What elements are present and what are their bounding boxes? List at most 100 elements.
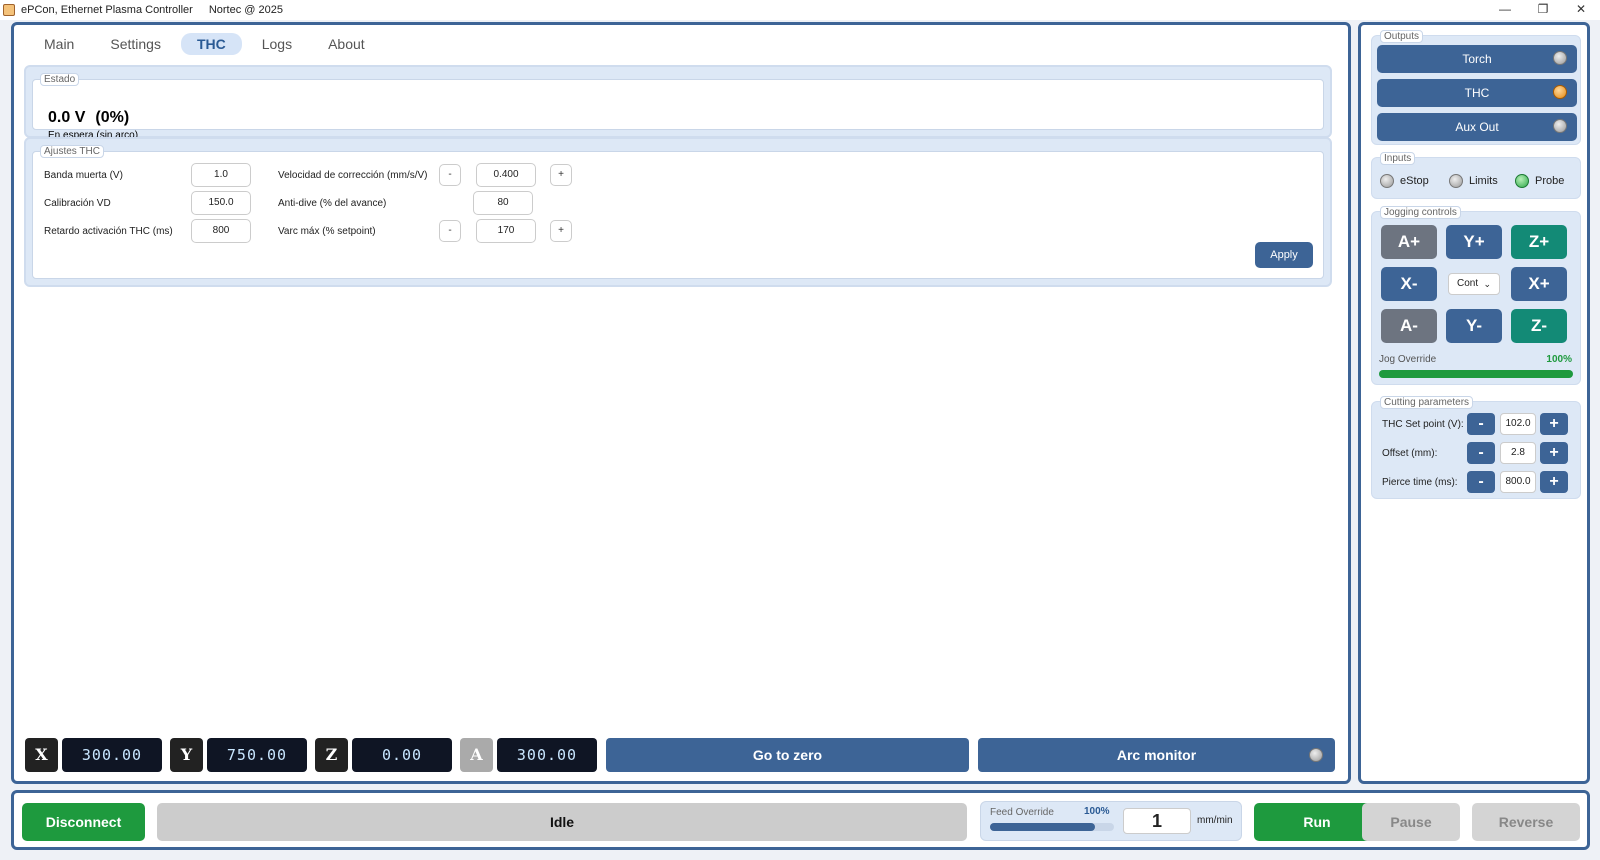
feed-override-fill [990, 823, 1096, 831]
velocidad-label: Velocidad de corrección (mm/s/V) [278, 170, 428, 181]
jog-override-value: 100% [1546, 354, 1572, 365]
apply-button[interactable]: Apply [1255, 242, 1313, 268]
maximize-button[interactable]: ❐ [1524, 0, 1562, 20]
dro-y: Y 750.00 [170, 738, 307, 772]
torch-label: Torch [1462, 52, 1492, 66]
offset-label: Offset (mm): [1382, 448, 1438, 459]
probe-input: Probe [1515, 174, 1564, 188]
feed-value-input[interactable]: 1 [1123, 808, 1191, 834]
velocidad-input[interactable]: 0.400 [476, 163, 536, 187]
thc-output-button[interactable]: THC [1377, 79, 1577, 107]
limits-input: Limits [1449, 174, 1498, 188]
jog-y-plus-button[interactable]: Y+ [1446, 225, 1502, 259]
outputs-group: Outputs Torch THC Aux Out [1371, 30, 1581, 145]
jogging-group-label: Jogging controls [1380, 206, 1461, 219]
z-axis-value: 0.00 [352, 738, 452, 772]
jog-z-plus-button[interactable]: Z+ [1511, 225, 1567, 259]
disconnect-button[interactable]: Disconnect [22, 803, 145, 841]
ajustes-group-label: Ajustes THC [40, 145, 104, 158]
banda-label: Banda muerta (V) [44, 170, 123, 181]
estado-group-label: Estado [40, 73, 80, 86]
z-axis-label: Z [315, 738, 348, 772]
minimize-button[interactable]: — [1486, 0, 1524, 20]
setpoint-minus-button[interactable]: - [1467, 413, 1495, 435]
varc-minus-button[interactable]: - [439, 220, 461, 242]
ajustes-group: Ajustes THC Banda muerta (V) 1.0 Calibra… [24, 137, 1332, 287]
aux-out-button[interactable]: Aux Out [1377, 113, 1577, 141]
bottom-bar: Disconnect Idle Feed Override 100% 1 mm/… [11, 790, 1590, 850]
varc-plus-button[interactable]: + [550, 220, 572, 242]
varc-label: Varc máx (% setpoint) [278, 226, 376, 237]
a-axis-value: 300.00 [497, 738, 597, 772]
offset-minus-button[interactable]: - [1467, 442, 1495, 464]
jog-x-plus-button[interactable]: X+ [1511, 267, 1567, 301]
estop-led-icon [1380, 174, 1394, 188]
jog-z-minus-button[interactable]: Z- [1511, 309, 1567, 343]
jog-y-minus-button[interactable]: Y- [1446, 309, 1502, 343]
tab-bar: Main Settings THC Logs About [28, 33, 381, 55]
jog-a-plus-button[interactable]: A+ [1381, 225, 1437, 259]
y-axis-label: Y [170, 738, 203, 772]
reverse-button[interactable]: Reverse [1472, 803, 1580, 841]
tab-logs[interactable]: Logs [246, 33, 308, 55]
arc-monitor-label: Arc monitor [1116, 747, 1197, 763]
feed-unit-label: mm/min [1197, 815, 1233, 826]
cutting-group: Cutting parameters THC Set point (V): - … [1371, 396, 1581, 499]
arc-monitor-button[interactable]: Arc monitor [978, 738, 1335, 772]
retardo-input[interactable]: 800 [191, 219, 251, 243]
antidive-input[interactable]: 80 [473, 191, 533, 215]
pierce-input[interactable]: 800.0 [1500, 471, 1536, 493]
calib-input[interactable]: 150.0 [191, 191, 251, 215]
jogging-group: Jogging controls A+ Y+ Z+ X- Cont ⌄ X+ A-… [1371, 206, 1581, 385]
feed-override-slider[interactable] [990, 823, 1114, 831]
inputs-group-label: Inputs [1380, 152, 1416, 165]
x-axis-value: 300.00 [62, 738, 162, 772]
a-axis-label: A [460, 738, 493, 772]
setpoint-label: THC Set point (V): [1382, 419, 1464, 430]
close-button[interactable]: ✕ [1562, 0, 1600, 20]
estop-input: eStop [1380, 174, 1429, 188]
setpoint-plus-button[interactable]: + [1540, 413, 1568, 435]
setpoint-input[interactable]: 102.0 [1500, 413, 1536, 435]
outputs-group-label: Outputs [1380, 30, 1424, 43]
machine-status: Idle [157, 803, 967, 841]
pause-button[interactable]: Pause [1362, 803, 1460, 841]
feed-override-label: Feed Override [990, 807, 1054, 818]
tab-thc[interactable]: THC [180, 33, 242, 55]
dro-z: Z 0.00 [315, 738, 452, 772]
company-label: Nortec @ 2025 [208, 4, 283, 16]
offset-plus-button[interactable]: + [1540, 442, 1568, 464]
go-to-zero-button[interactable]: Go to zero [606, 738, 969, 772]
jog-override-label: Jog Override [1379, 354, 1437, 365]
banda-input[interactable]: 1.0 [191, 163, 251, 187]
jog-override-slider[interactable] [1379, 370, 1573, 378]
thc-percent-readout: (0%) [95, 109, 130, 126]
velocidad-minus-button[interactable]: - [439, 164, 461, 186]
title-bar: ePCon, Ethernet Plasma Controller Nortec… [0, 0, 1600, 20]
tab-main[interactable]: Main [28, 33, 90, 55]
main-panel: Main Settings THC Logs About Estado 0.0 … [11, 22, 1351, 784]
y-axis-value: 750.00 [207, 738, 307, 772]
dro-a: A 300.00 [460, 738, 597, 772]
pierce-plus-button[interactable]: + [1540, 471, 1568, 493]
jog-mode-select[interactable]: Cont ⌄ [1448, 273, 1500, 295]
estado-group: Estado 0.0 V (0%) En espera (sin arco) [24, 65, 1332, 141]
tab-about[interactable]: About [312, 33, 381, 55]
torch-button[interactable]: Torch [1377, 45, 1577, 73]
cutting-group-label: Cutting parameters [1380, 396, 1474, 409]
antidive-label: Anti-dive (% del avance) [278, 198, 387, 209]
velocidad-plus-button[interactable]: + [550, 164, 572, 186]
varc-input[interactable]: 170 [476, 219, 536, 243]
limits-led-icon [1449, 174, 1463, 188]
app-icon [3, 4, 15, 16]
thc-voltage-readout: 0.0 V (0%) [48, 109, 130, 126]
inputs-group: Inputs eStop Limits Probe [1371, 152, 1581, 199]
jog-a-minus-button[interactable]: A- [1381, 309, 1437, 343]
app-title: ePCon, Ethernet Plasma Controller [21, 4, 193, 16]
pierce-minus-button[interactable]: - [1467, 471, 1495, 493]
jog-x-minus-button[interactable]: X- [1381, 267, 1437, 301]
offset-input[interactable]: 2.8 [1500, 442, 1536, 464]
retardo-label: Retardo activación THC (ms) [44, 226, 173, 237]
tab-settings[interactable]: Settings [94, 33, 177, 55]
calib-label: Calibración VD [44, 198, 111, 209]
